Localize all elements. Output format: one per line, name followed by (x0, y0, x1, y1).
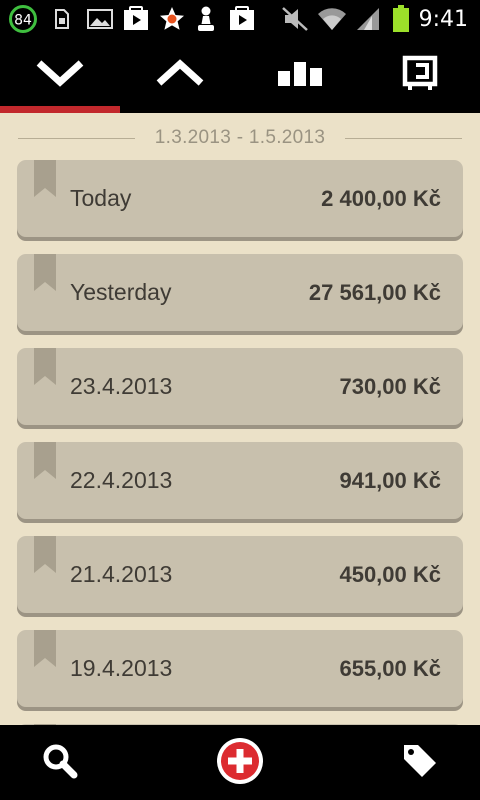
list-item[interactable]: 23.4.2013 730,00 Kč (17, 348, 463, 425)
tab-income[interactable] (120, 38, 240, 113)
list-item[interactable]: Yesterday 27 561,00 Kč (17, 254, 463, 331)
tab-stats[interactable] (240, 38, 360, 113)
battery-84-icon: 84 (6, 5, 40, 33)
entries-list: Today 2 400,00 Kč Yesterday 27 561,00 Kč… (17, 160, 463, 725)
divider-left (18, 137, 135, 139)
chess-pawn-icon (194, 5, 218, 33)
entry-label: 23.4.2013 (70, 373, 173, 399)
star-icon (158, 5, 186, 33)
entry-label: 22.4.2013 (70, 467, 173, 493)
list-item[interactable]: 19.4.2013 655,00 Kč (17, 630, 463, 707)
tab-expenses[interactable] (0, 38, 120, 113)
wifi-icon (316, 5, 348, 33)
entry-label: Today (70, 185, 132, 211)
chevron-down-icon (35, 58, 85, 93)
search-button[interactable] (34, 737, 86, 789)
bookmark-ribbon-icon (34, 630, 56, 667)
entry-label: 21.4.2013 (70, 561, 173, 587)
entry-amount: 941,00 Kč (339, 467, 441, 493)
list-item[interactable]: 22.4.2013 941,00 Kč (17, 442, 463, 519)
signal-icon (354, 5, 382, 33)
bookmark-ribbon-icon (34, 160, 56, 197)
status-bar: 84 9:41 (0, 0, 480, 38)
search-icon (42, 743, 78, 784)
entry-amount: 2 400,00 Kč (321, 185, 441, 211)
battery-badge-text: 84 (14, 13, 32, 29)
tab-budget[interactable] (360, 38, 480, 113)
entry-label: Yesterday (70, 279, 172, 305)
bottom-bar (0, 725, 480, 800)
image-icon (86, 5, 114, 33)
divider-right (345, 137, 463, 139)
tag-icon (402, 743, 438, 784)
play-store-icon (226, 5, 258, 33)
sim-icon (53, 5, 71, 33)
box-icon (402, 55, 438, 96)
tags-button[interactable] (394, 737, 446, 789)
entry-amount: 450,00 Kč (339, 561, 441, 587)
bookmark-ribbon-icon (34, 536, 56, 573)
bookmark-ribbon-icon (34, 442, 56, 479)
add-icon (215, 736, 265, 791)
entry-amount: 655,00 Kč (339, 655, 441, 681)
top-tab-bar (0, 38, 480, 113)
add-button[interactable] (214, 737, 266, 789)
entry-label: 19.4.2013 (70, 655, 173, 681)
list-item[interactable]: 21.4.2013 450,00 Kč (17, 536, 463, 613)
chevron-up-icon (155, 58, 205, 93)
status-time: 9:41 (418, 7, 468, 32)
main-content: 1.3.2013 - 1.5.2013 Today 2 400,00 Kč Ye… (0, 113, 480, 725)
bookmark-ribbon-icon (34, 348, 56, 385)
entry-amount: 27 561,00 Kč (308, 279, 441, 305)
battery-icon (391, 5, 411, 33)
bookmark-ribbon-icon (34, 254, 56, 291)
date-range[interactable]: 1.3.2013 - 1.5.2013 (18, 125, 463, 151)
date-range-text: 1.3.2013 - 1.5.2013 (154, 127, 326, 148)
play-store-icon (120, 5, 152, 33)
list-item[interactable]: Today 2 400,00 Kč (17, 160, 463, 237)
bar-chart-icon (277, 60, 323, 91)
entry-amount: 730,00 Kč (339, 373, 441, 399)
mute-icon (280, 5, 310, 33)
